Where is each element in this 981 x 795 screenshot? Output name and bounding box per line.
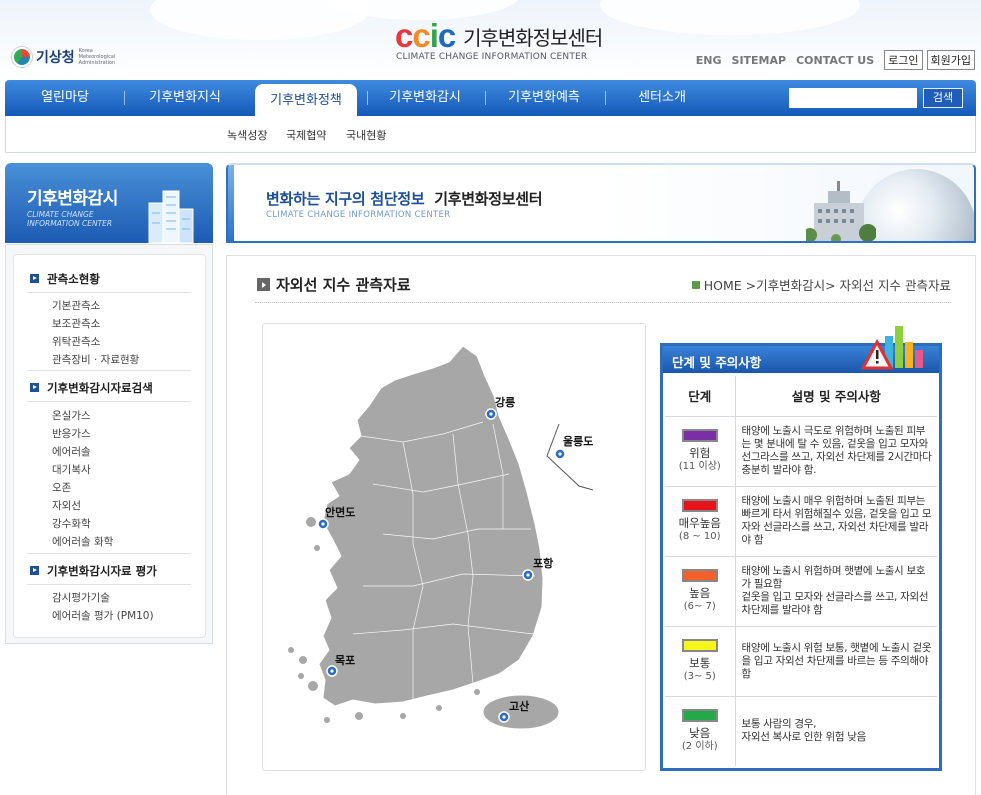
nav-item-prediction[interactable]: 기후변화예측 xyxy=(499,80,589,116)
legend-col-desc: 설명 및 주의사항 xyxy=(735,376,937,417)
sidebar-item-reactive-gas[interactable]: 반응가스 xyxy=(52,426,91,441)
kma-logo[interactable]: 기상청 Korea Meteorological Administration xyxy=(12,47,116,67)
ccic-logo[interactable]: ccic 기후변화정보센터 CLIMATE CHANGE INFORMATION… xyxy=(395,17,603,62)
nav-item-policy[interactable]: 기후변화정책 xyxy=(255,84,357,116)
legend-row-high: 높음 (6~ 7) 태양에 노출시 위험하며 햇볕에 노출시 보호가 필요함 겉… xyxy=(665,556,937,627)
legend-row-moderate: 보통 (3~ 5) 태양에 노출시 위험 보통, 햇볕에 노출시 겉옷을 입고 … xyxy=(665,626,937,697)
main-nav: 열린마당 기후변화지식 기후변화정책 기후변화감시 기후변화예측 센터소개 검색 xyxy=(5,80,976,116)
legend-row-low: 낮음 (2 이하) 보통 사람의 경우, 자외선 복사로 인한 위험 낮음 xyxy=(665,696,937,766)
level-swatch xyxy=(681,429,718,442)
kma-logo-sub: Korea Meteorological Administration xyxy=(78,48,116,66)
legend-table: 단계 설명 및 주의사항 위험 (11 이상) 태양에 노출시 극도로 위험하며… xyxy=(665,376,937,766)
korea-map: 강릉 울릉도 안면도 포항 목포 고산 xyxy=(262,323,646,771)
bullet-icon xyxy=(30,274,39,283)
legend-desc: 태양에 노출시 위험 보통, 햇볕에 노출시 겉옷을 입고 자외선 차단제를 바… xyxy=(735,626,937,697)
sidebar-item-aerosol-chem[interactable]: 에어러솔 화학 xyxy=(52,534,113,549)
search-button[interactable]: 검색 xyxy=(923,88,963,108)
home-icon xyxy=(691,281,700,289)
sidebar-menu: 관측소현황 기본관측소 보조관측소 위탁관측소 관측장비 · 자료현황 기후변화… xyxy=(5,244,213,644)
station-label-gosan[interactable]: 고산 xyxy=(509,699,529,713)
main-banner: 변화하는 지구의 첨단정보 기후변화정보센터 CLIMATE CHANGE IN… xyxy=(226,163,976,243)
sidebar-banner-title: 기후변화감시 xyxy=(27,189,118,209)
sitemap-link[interactable]: SITEMAP xyxy=(732,54,787,67)
legend-title: 단계 및 주의사항 xyxy=(672,355,762,370)
sidebar-item-radiation[interactable]: 대기복사 xyxy=(52,462,91,477)
legend-row-very-high: 매우높음 (8 ~ 10) 태양에 노출시 매우 위험하며 노출된 피부는 빠르… xyxy=(665,486,937,557)
sidebar-item-ghg[interactable]: 온실가스 xyxy=(52,408,91,423)
utility-links: ENG SITEMAP CONTACT US 로그인 회원가입 xyxy=(696,50,975,70)
bullet-icon xyxy=(30,566,39,575)
header: 기상청 Korea Meteorological Administration … xyxy=(0,0,981,80)
legend-row-extreme: 위험 (11 이상) 태양에 노출시 극도로 위험하며 노출된 피부는 몇 분내… xyxy=(665,416,937,487)
sidebar-item-precip-chem[interactable]: 강수화학 xyxy=(52,516,91,531)
sidebar-banner: 기후변화감시 CLIMATE CHANGE INFORMATION CENTER xyxy=(5,163,213,243)
kma-logo-text: 기상청 xyxy=(36,50,75,66)
warning-chart-icon xyxy=(861,326,923,370)
station-label-mokpo[interactable]: 목포 xyxy=(335,654,355,667)
sidebar-item-entrusted-station[interactable]: 위탁관측소 xyxy=(52,334,100,349)
eng-link[interactable]: ENG xyxy=(696,54,722,67)
content-area: 자외선 지수 관측자료 HOME >기후변화감시> 자외선 지수 관측자료 강릉… xyxy=(226,255,976,795)
kma-emblem-icon xyxy=(12,47,32,67)
sidebar-section-evaluation[interactable]: 기후변화감시자료 평가 xyxy=(30,563,157,579)
station-label-anmyeondo[interactable]: 안면도 xyxy=(325,505,355,519)
legend-col-level: 단계 xyxy=(665,376,736,417)
station-label-ulleungdo[interactable]: 울릉도 xyxy=(563,435,593,448)
subnav-item-green-growth[interactable]: 녹색성장 xyxy=(227,127,267,143)
building-image xyxy=(806,181,876,241)
contact-link[interactable]: CONTACT US xyxy=(796,54,874,67)
sidebar-section-data-search[interactable]: 기후변화감시자료검색 xyxy=(30,380,153,396)
level-swatch xyxy=(681,499,718,512)
breadcrumb: HOME >기후변화감시> 자외선 지수 관측자료 xyxy=(691,275,951,294)
station-label-pohang[interactable]: 포항 xyxy=(533,556,553,570)
legend-desc: 보통 사람의 경우, 자외선 복사로 인한 위험 낮음 xyxy=(741,718,867,744)
legend-desc: 태양에 노출시 매우 위험하며 노출된 피부는 빠르게 타서 위험해질수 있음,… xyxy=(735,486,937,557)
station-label-gangneung[interactable]: 강릉 xyxy=(495,395,515,409)
ccic-subtitle: CLIMATE CHANGE INFORMATION CENTER xyxy=(396,52,588,62)
sidebar-item-uv[interactable]: 자외선 xyxy=(52,498,81,513)
sidebar-item-equipment[interactable]: 관측장비 · 자료현황 xyxy=(52,352,139,367)
ccic-mark: ccic xyxy=(395,17,456,54)
sidebar-banner-subtitle: CLIMATE CHANGE INFORMATION CENTER xyxy=(27,210,113,228)
level-swatch xyxy=(681,569,718,582)
sidebar-section-stations[interactable]: 관측소현황 xyxy=(30,271,100,287)
banner-title: 변화하는 지구의 첨단정보 기후변화정보센터 xyxy=(266,188,543,209)
bullet-icon xyxy=(30,383,39,392)
level-swatch xyxy=(681,709,718,723)
join-button[interactable]: 회원가입 xyxy=(926,50,975,70)
sidebar-item-basic-station[interactable]: 기본관측소 xyxy=(52,298,100,313)
title-arrow-icon xyxy=(257,278,270,291)
legend-desc: 태양에 노출시 위험하며 햇볕에 노출시 보호가 필요함 겉옷을 입고 모자와 … xyxy=(735,556,937,627)
sidebar-item-eval-tech[interactable]: 감시평가기술 xyxy=(52,590,110,605)
nav-item-monitoring[interactable]: 기후변화감시 xyxy=(380,80,470,116)
login-button[interactable]: 로그인 xyxy=(884,50,923,70)
banner-title-blue: 변화하는 지구의 첨단정보 xyxy=(266,190,425,208)
sidebar-item-aerosol-pm10[interactable]: 에어러솔 평가 (PM10) xyxy=(52,608,154,623)
ccic-title: 기후변화정보센터 xyxy=(463,25,603,50)
nav-item-open-forum[interactable]: 열린마당 xyxy=(25,80,105,116)
page-title: 자외선 지수 관측자료 xyxy=(257,274,411,295)
buildings-icon xyxy=(148,190,194,243)
banner-subtitle: CLIMATE CHANGE INFORMATION CENTER xyxy=(266,210,451,220)
subnav-item-domestic-status[interactable]: 국내현황 xyxy=(346,127,386,143)
sub-nav: 녹색성장 국제협약 국내현황 xyxy=(5,116,976,153)
sidebar-item-aux-station[interactable]: 보조관측소 xyxy=(52,316,100,331)
uv-legend: 단계 및 주의사항 단계 설명 및 주의사항 위험 (11 이상) 태양에 노출… xyxy=(660,326,942,771)
nav-item-about[interactable]: 센터소개 xyxy=(617,80,707,116)
sidebar-item-aerosol[interactable]: 에어러솔 xyxy=(52,444,91,459)
nav-item-knowledge[interactable]: 기후변화지식 xyxy=(140,80,230,116)
level-swatch xyxy=(681,639,718,652)
banner-title-dark: 기후변화정보센터 xyxy=(434,190,543,208)
subnav-item-intl-agreement[interactable]: 국제협약 xyxy=(286,127,326,143)
search-input[interactable] xyxy=(789,88,917,108)
sidebar-item-ozone[interactable]: 오존 xyxy=(52,480,71,495)
legend-desc: 태양에 노출시 극도로 위험하며 노출된 피부는 몇 분내에 탈 수 있음, 겉… xyxy=(735,416,937,487)
